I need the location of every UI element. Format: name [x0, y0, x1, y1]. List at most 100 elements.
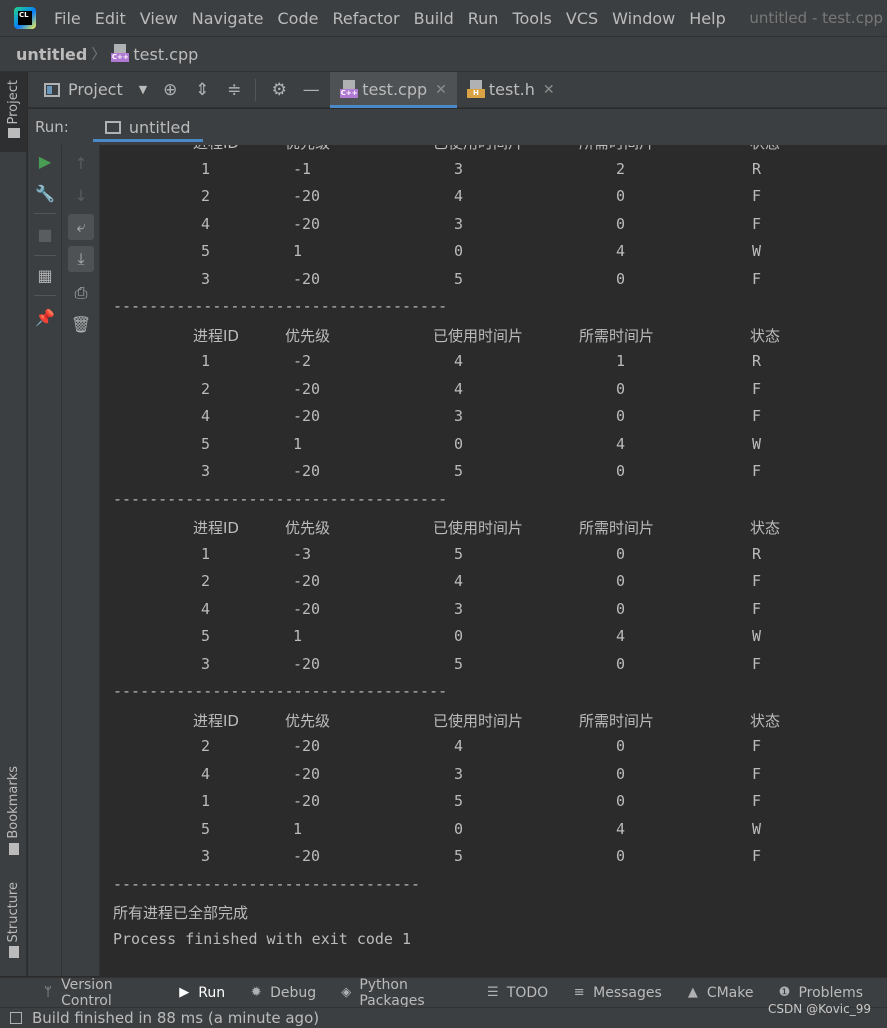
- console-header-cell: 已使用时间片: [433, 711, 524, 730]
- status-text: Build finished in 88 ms (a minute ago): [32, 1009, 320, 1027]
- breadcrumb-file[interactable]: test.cpp: [133, 45, 198, 64]
- locate-target-icon[interactable]: ⊕: [161, 80, 179, 100]
- cmake-tab[interactable]: ▲ CMake: [686, 978, 754, 1008]
- console-table-cell: 0: [616, 599, 626, 618]
- menu-refactor[interactable]: Refactor: [332, 9, 399, 28]
- clion-logo-icon[interactable]: CL: [14, 7, 36, 29]
- run-tab-label: Run: [198, 984, 226, 1001]
- menu-help[interactable]: Help: [689, 9, 725, 28]
- console-table-cell: 0: [454, 242, 464, 260]
- layout-icon[interactable]: ▦: [32, 262, 58, 288]
- run-toolbar-primary: ▶ 🔧 ■ ▦ 📌: [28, 145, 62, 976]
- console-output[interactable]: 进程ID优先级已使用时间片所需时间片状态1-132R2-2040F4-2030F…: [101, 145, 887, 976]
- project-tool-tab[interactable]: Project: [0, 72, 27, 152]
- debug-tab[interactable]: ✹ Debug: [249, 978, 317, 1008]
- console-table-cell: 3: [454, 764, 464, 783]
- console-table-cell: -3: [293, 544, 312, 563]
- pin-icon[interactable]: 📌: [32, 304, 58, 330]
- status-toggle-icon[interactable]: [10, 1012, 22, 1024]
- scroll-to-end-icon[interactable]: ⤓: [68, 246, 94, 272]
- tab-test-h[interactable]: H test.h ✕: [457, 72, 565, 108]
- run-icon: ▶: [179, 985, 190, 1000]
- console-table-cell: 0: [616, 737, 626, 755]
- menu-code[interactable]: Code: [278, 9, 319, 28]
- menu-window[interactable]: Window: [612, 9, 675, 28]
- collapse-all-icon[interactable]: ≑: [225, 80, 243, 100]
- stop-icon[interactable]: ■: [32, 221, 58, 247]
- project-tool-button[interactable]: Project ▼: [44, 80, 147, 99]
- console-table-cell: F: [752, 737, 762, 755]
- down-arrow-icon[interactable]: ↓: [68, 182, 94, 208]
- print-icon[interactable]: ⎙: [68, 280, 94, 306]
- up-arrow-icon[interactable]: ↑: [68, 150, 94, 176]
- toolbar-divider: [34, 295, 56, 296]
- console-table-cell: 4: [201, 407, 211, 425]
- console-table-cell: W: [752, 434, 762, 453]
- console-table-cell: R: [752, 352, 762, 370]
- close-icon[interactable]: ✕: [435, 82, 447, 98]
- project-window-icon: [44, 82, 60, 97]
- console-header-cell: 进程ID: [193, 145, 239, 153]
- soft-wrap-icon[interactable]: ⤶: [68, 214, 94, 240]
- console-table-cell: -20: [293, 187, 321, 205]
- console-separator: ----------------------------------: [113, 874, 421, 893]
- expand-all-icon[interactable]: ⇕: [193, 80, 211, 100]
- console-header-cell: 优先级: [285, 519, 331, 537]
- trash-icon[interactable]: 🗑: [68, 311, 94, 337]
- console-table-cell: 0: [616, 847, 626, 865]
- close-icon[interactable]: ✕: [543, 82, 555, 98]
- menu-view[interactable]: View: [140, 9, 178, 28]
- bookmark-icon: [8, 842, 19, 855]
- bookmarks-tool-tab[interactable]: Bookmarks: [0, 766, 27, 855]
- console-table-cell: 2: [201, 572, 211, 590]
- tab-test-cpp-label: test.cpp: [362, 80, 428, 99]
- console-table-cell: -20: [293, 792, 321, 810]
- console-table-cell: 3: [201, 462, 211, 480]
- tool-window-header: Project ▼ ⊕ ⇕ ≑ ⚙ — C++ test.cpp ✕ H tes…: [28, 71, 887, 108]
- menu-vcs[interactable]: VCS: [566, 9, 598, 28]
- menu-navigate[interactable]: Navigate: [192, 9, 264, 28]
- cpp-file-icon: C++: [111, 44, 130, 64]
- rerun-icon[interactable]: ▶: [32, 148, 58, 174]
- messages-tab[interactable]: ≡ Messages: [572, 978, 662, 1008]
- console-table-cell: 4: [616, 434, 626, 453]
- version-control-tab-label: Version Control: [61, 976, 113, 1009]
- todo-tab-label: TODO: [506, 984, 549, 1001]
- console-table-cell: 0: [616, 462, 626, 480]
- console-table-cell: -20: [293, 379, 321, 398]
- menu-file[interactable]: File: [54, 9, 81, 28]
- console-table-cell: -20: [293, 764, 321, 783]
- tab-test-cpp[interactable]: C++ test.cpp ✕: [330, 71, 457, 108]
- dropdown-caret-icon[interactable]: ▼: [139, 83, 147, 96]
- menu-run[interactable]: Run: [468, 9, 499, 28]
- menu-build[interactable]: Build: [414, 9, 454, 28]
- console-table-cell: 1: [201, 159, 211, 178]
- problems-tab-label: Problems: [798, 984, 863, 1001]
- run-tab[interactable]: ▶ Run: [177, 978, 225, 1008]
- wrench-icon[interactable]: 🔧: [32, 180, 58, 206]
- menu-tools[interactable]: Tools: [512, 9, 551, 28]
- minimize-icon[interactable]: —: [302, 80, 320, 100]
- console-table-cell: 3: [201, 847, 211, 865]
- todo-tab[interactable]: ☰ TODO: [486, 978, 548, 1008]
- cmake-icon: ▲: [687, 985, 698, 1000]
- console-table-cell: F: [752, 572, 762, 590]
- breadcrumb-project[interactable]: untitled: [16, 45, 87, 64]
- warning-icon: ❶: [778, 985, 791, 1000]
- structure-tool-tab[interactable]: Structure: [0, 882, 27, 959]
- console-table-cell: -20: [293, 654, 321, 673]
- console-table-cell: W: [752, 627, 762, 645]
- gear-icon[interactable]: ⚙: [270, 80, 288, 100]
- layers-icon: ◈: [341, 985, 352, 1000]
- run-config-tab[interactable]: untitled: [92, 109, 203, 145]
- debug-tab-label: Debug: [270, 984, 317, 1001]
- console-table-cell: -20: [293, 269, 321, 288]
- console-header-cell: 优先级: [285, 145, 330, 153]
- console-table-cell: R: [752, 544, 762, 563]
- menu-edit[interactable]: Edit: [95, 9, 126, 28]
- console-header-cell: 已使用时间片: [433, 326, 524, 345]
- python-packages-tab[interactable]: ◈ Python Packages: [340, 977, 462, 1009]
- console-table-cell: 1: [293, 242, 303, 260]
- console-table-cell: 1: [616, 352, 626, 370]
- version-control-tab[interactable]: ᛘ Version Control: [42, 976, 153, 1009]
